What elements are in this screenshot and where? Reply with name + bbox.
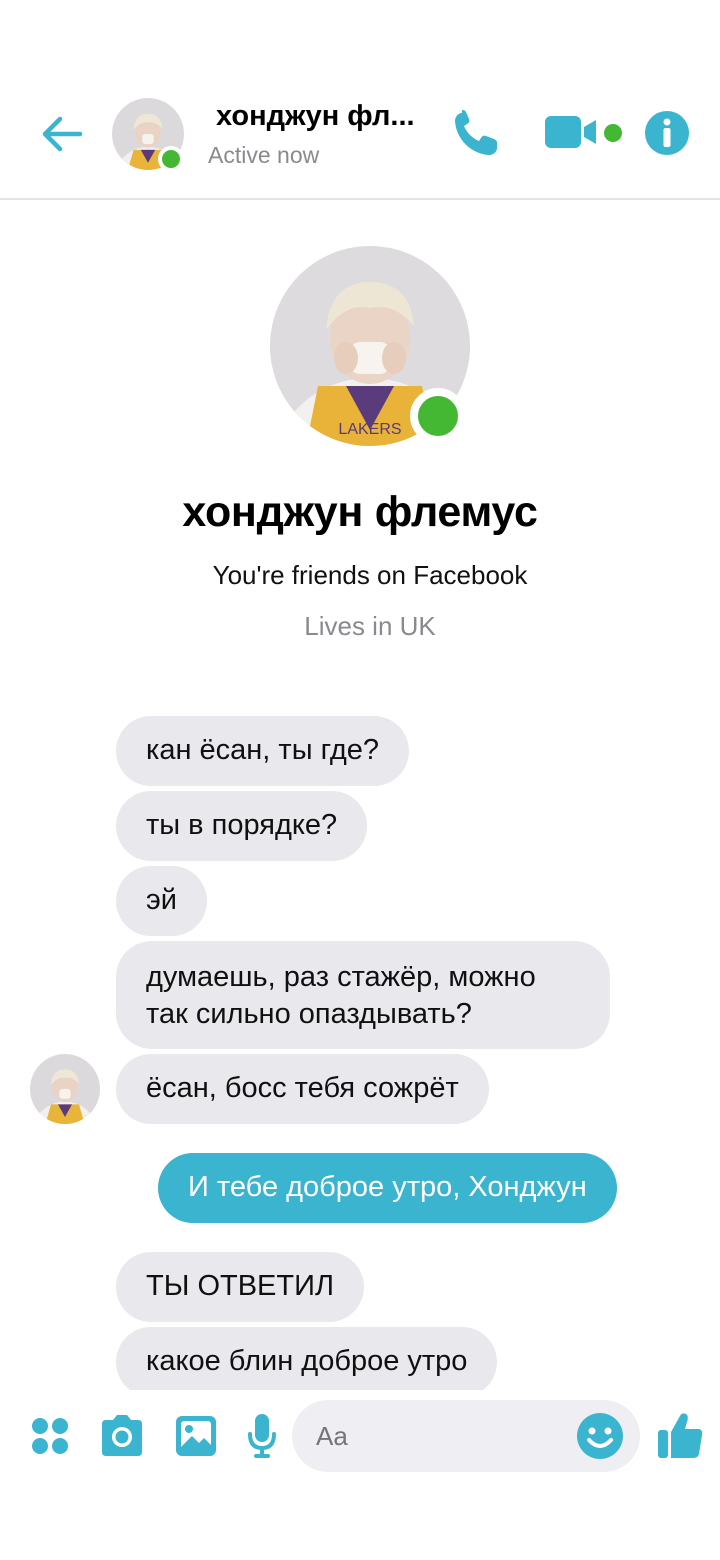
sender-avatar[interactable] xyxy=(30,1054,100,1124)
message-outgoing[interactable]: И тебе доброе утро, Хонджун xyxy=(158,1153,617,1223)
svg-text:LAKERS: LAKERS xyxy=(338,421,401,438)
thumbs-up-icon[interactable] xyxy=(656,1410,704,1460)
phone-icon[interactable] xyxy=(450,108,502,160)
contact-name[interactable]: хонджун фл... xyxy=(216,100,426,133)
video-active-dot xyxy=(604,124,622,142)
image-icon[interactable] xyxy=(174,1414,218,1458)
friendship-status: You're friends on Facebook xyxy=(212,560,528,590)
message-incoming[interactable]: ТЫ ОТВЕТИЛ xyxy=(116,1252,364,1322)
message-incoming[interactable]: кан ёсан, ты где? xyxy=(116,716,410,786)
profile-online-indicator xyxy=(410,388,466,444)
message-incoming[interactable]: думаешь, раз стажёр, можно так сильно оп… xyxy=(116,941,610,1049)
back-arrow-icon[interactable] xyxy=(38,110,86,158)
location-info: Lives in UK xyxy=(304,611,436,641)
message-incoming[interactable]: эй xyxy=(116,866,207,936)
message-incoming[interactable]: ёсан, босс тебя сожрёт xyxy=(116,1054,489,1124)
info-icon[interactable] xyxy=(644,110,690,156)
camera-icon[interactable] xyxy=(98,1414,146,1458)
profile-name: хонджун флемус xyxy=(182,488,538,536)
message-incoming[interactable]: ты в порядке? xyxy=(116,791,368,861)
online-indicator xyxy=(158,146,184,172)
message-input[interactable] xyxy=(316,1400,546,1472)
emoji-icon[interactable] xyxy=(576,1412,624,1460)
apps-icon[interactable] xyxy=(30,1416,70,1456)
video-camera-icon[interactable] xyxy=(544,112,600,152)
contact-status: Active now xyxy=(208,142,320,168)
chat-header: хонджун фл... Active now xyxy=(0,0,720,200)
message-incoming[interactable]: какое блин доброе утро xyxy=(116,1327,498,1397)
microphone-icon[interactable] xyxy=(246,1412,278,1460)
